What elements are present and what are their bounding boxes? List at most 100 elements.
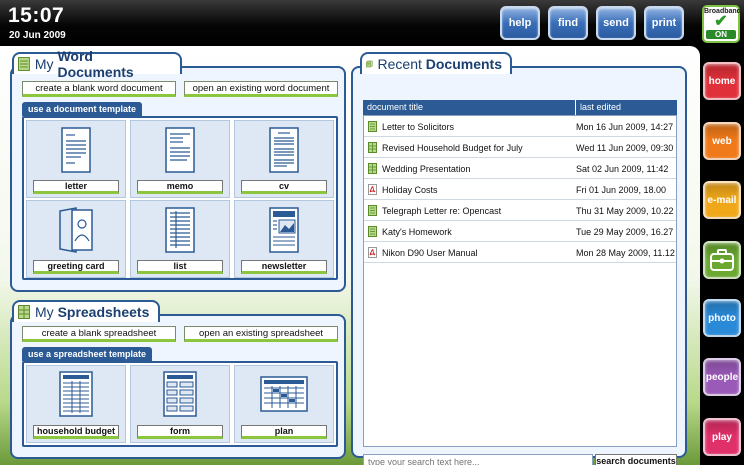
row-date: Fri 01 Jun 2009, 18.00 bbox=[576, 185, 667, 195]
recent-table-header: document title last edited bbox=[363, 100, 677, 115]
word-documents-title: My Word Documents bbox=[12, 48, 182, 80]
word-document-icon bbox=[368, 226, 377, 237]
right-sidebar: home web e-mail photo people play bbox=[700, 46, 744, 465]
memo-icon bbox=[165, 127, 195, 173]
template-newsletter[interactable]: newsletter bbox=[234, 200, 334, 278]
template-memo[interactable]: memo bbox=[130, 120, 230, 198]
sheets-title-bold: Spreadsheets bbox=[57, 304, 150, 320]
table-row[interactable]: Telegraph Letter re: Opencast Thu 31 May… bbox=[364, 200, 676, 221]
sidebar-item-label: photo bbox=[708, 312, 736, 324]
row-title: Katy's Homework bbox=[382, 227, 452, 237]
word-document-icon bbox=[18, 57, 30, 71]
household-budget-icon bbox=[59, 371, 93, 417]
template-label: newsletter bbox=[241, 260, 327, 274]
template-label: list bbox=[137, 260, 223, 274]
spreadsheets-panel: create a blank spreadsheet open an exist… bbox=[10, 314, 346, 459]
create-blank-spreadsheet-button[interactable]: create a blank spreadsheet bbox=[22, 326, 176, 342]
word-documents-panel: create a blank word document open an exi… bbox=[10, 66, 346, 292]
sidebar-item-label: play bbox=[711, 431, 732, 443]
template-greeting-card[interactable]: greeting card bbox=[26, 200, 126, 278]
row-date: Mon 28 May 2009, 11.12 bbox=[576, 248, 675, 258]
list-icon bbox=[165, 207, 195, 253]
sidebar-item-label: home bbox=[708, 75, 736, 87]
sidebar-item-play[interactable]: play bbox=[703, 418, 741, 456]
recent-title-light: Recent bbox=[377, 56, 422, 72]
row-date: Sat 02 Jun 2009, 11:42 bbox=[576, 164, 669, 174]
document-template-grid: letter memo cv greeting card list newsle… bbox=[22, 116, 338, 280]
document-template-tab: use a document template bbox=[22, 102, 143, 116]
template-plan[interactable]: plan bbox=[234, 365, 334, 443]
word-title-bold: Word Documents bbox=[57, 48, 134, 80]
open-spreadsheet-button[interactable]: open an existing spreadsheet bbox=[184, 326, 338, 342]
check-icon: ✔ bbox=[714, 13, 728, 30]
recent-table-body: Letter to Solicitors Mon 16 Jun 2009, 14… bbox=[363, 115, 677, 447]
row-title: Nikon D90 User Manual bbox=[382, 248, 478, 258]
template-label: household budget bbox=[33, 425, 119, 439]
template-label: greeting card bbox=[33, 260, 119, 274]
print-button[interactable]: print bbox=[644, 6, 684, 40]
spreadsheet-icon bbox=[368, 142, 377, 153]
row-date: Thu 31 May 2009, 10.22 bbox=[576, 206, 674, 216]
column-last-edited: last edited bbox=[575, 100, 621, 115]
sidebar-item-label: people bbox=[705, 371, 739, 383]
send-button[interactable]: send bbox=[596, 6, 636, 40]
main-area: create a blank word document open an exi… bbox=[0, 46, 700, 465]
row-title: Holiday Costs bbox=[382, 185, 438, 195]
help-button[interactable]: help bbox=[500, 6, 540, 40]
sidebar-item-people[interactable]: people bbox=[703, 358, 741, 396]
table-row[interactable]: Wedding Presentation Sat 02 Jun 2009, 11… bbox=[364, 158, 676, 179]
table-row[interactable]: Letter to Solicitors Mon 16 Jun 2009, 14… bbox=[364, 116, 676, 137]
table-row[interactable]: Holiday Costs Fri 01 Jun 2009, 18.00 bbox=[364, 179, 676, 200]
letter-icon bbox=[61, 127, 91, 173]
template-label: cv bbox=[241, 180, 327, 194]
template-label: memo bbox=[137, 180, 223, 194]
template-label: plan bbox=[241, 425, 327, 439]
table-row[interactable]: Revised Household Budget for July Wed 11… bbox=[364, 137, 676, 158]
row-title: Wedding Presentation bbox=[382, 164, 471, 174]
broadband-status[interactable]: Broadband ✔ ON bbox=[702, 5, 741, 43]
word-document-icon bbox=[368, 205, 377, 216]
recent-documents-title: Recent Documents bbox=[360, 52, 512, 74]
find-button[interactable]: find bbox=[548, 6, 588, 40]
row-title: Revised Household Budget for July bbox=[382, 143, 523, 153]
search-documents-button[interactable]: search documents bbox=[595, 454, 677, 465]
row-title: Telegraph Letter re: Opencast bbox=[382, 206, 502, 216]
word-document-icon bbox=[368, 121, 377, 132]
sidebar-item-email[interactable]: e-mail bbox=[703, 181, 741, 219]
row-date: Tue 29 May 2009, 16.27 bbox=[576, 227, 674, 237]
sidebar-item-office[interactable] bbox=[703, 241, 741, 279]
create-blank-word-button[interactable]: create a blank word document bbox=[22, 81, 176, 97]
spreadsheets-title: My Spreadsheets bbox=[12, 300, 160, 322]
pdf-icon bbox=[368, 184, 377, 195]
row-title: Letter to Solicitors bbox=[382, 122, 455, 132]
template-list[interactable]: list bbox=[130, 200, 230, 278]
search-input[interactable] bbox=[363, 454, 593, 465]
spreadsheet-icon bbox=[368, 163, 377, 174]
cv-icon bbox=[269, 127, 299, 173]
template-form[interactable]: form bbox=[130, 365, 230, 443]
template-letter[interactable]: letter bbox=[26, 120, 126, 198]
spreadsheet-template-tab: use a spreadsheet template bbox=[22, 347, 153, 361]
sidebar-item-home[interactable]: home bbox=[703, 62, 741, 100]
row-date: Wed 11 Jun 2009, 09:30 bbox=[576, 143, 674, 153]
row-date: Mon 16 Jun 2009, 14:27 bbox=[576, 122, 674, 132]
clock-time: 15:07 bbox=[8, 4, 65, 27]
form-icon bbox=[163, 371, 197, 417]
template-cv[interactable]: cv bbox=[234, 120, 334, 198]
newsletter-icon bbox=[269, 207, 299, 253]
sidebar-item-label: web bbox=[712, 135, 732, 147]
briefcase-icon bbox=[710, 249, 734, 271]
sidebar-item-web[interactable]: web bbox=[703, 122, 741, 160]
open-word-button[interactable]: open an existing word document bbox=[184, 81, 338, 97]
recent-documents-panel: document title last edited Letter to Sol… bbox=[351, 66, 687, 465]
table-row[interactable]: Nikon D90 User Manual Mon 28 May 2009, 1… bbox=[364, 242, 676, 263]
sheets-title-light: My bbox=[35, 304, 54, 320]
template-label: form bbox=[137, 425, 223, 439]
pdf-icon bbox=[368, 247, 377, 258]
sidebar-item-photo[interactable]: photo bbox=[703, 299, 741, 337]
spreadsheet-icon bbox=[18, 305, 30, 319]
table-row[interactable]: Katy's Homework Tue 29 May 2009, 16.27 bbox=[364, 221, 676, 242]
broadband-on-badge: ON bbox=[706, 30, 736, 39]
sidebar-item-label: e-mail bbox=[707, 194, 737, 206]
template-household-budget[interactable]: household budget bbox=[26, 365, 126, 443]
